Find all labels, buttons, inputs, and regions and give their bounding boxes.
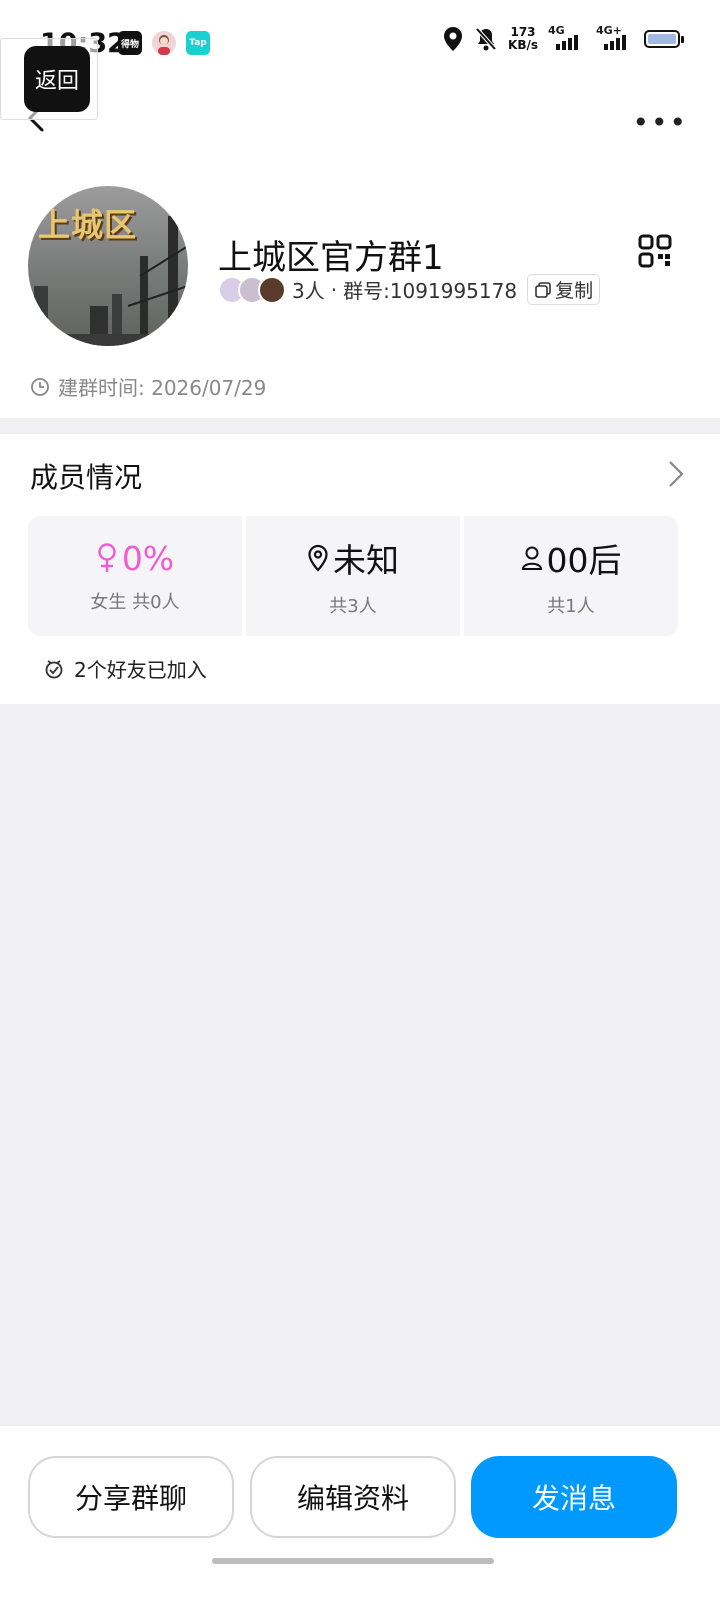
group-id: 群号:1091995178 — [343, 279, 518, 303]
taptap-app-icon: Tap — [186, 31, 210, 55]
status-right: 173 KB/s 4G 4G+ — [442, 24, 684, 52]
group-profile-card: ••• 上城区 上城区官方群1 3人 · 群号:1091995178 复制 建群… — [0, 90, 720, 418]
member-avatar — [258, 275, 286, 304]
send-message-button[interactable]: 发消息 — [471, 1456, 677, 1538]
stat-gender-sub: 女生 共0人 — [90, 591, 180, 613]
member-avatars[interactable] — [218, 275, 286, 304]
more-options-icon[interactable]: ••• — [632, 106, 688, 139]
members-title[interactable]: 成员情况 — [30, 456, 142, 496]
stat-age[interactable]: 00后 共1人 — [464, 516, 678, 636]
avatar-app-icon — [152, 31, 176, 55]
bell-muted-icon — [475, 27, 497, 51]
female-icon — [98, 543, 116, 572]
bottom-action-bar: 分享群聊 编辑资料 发消息 — [0, 1426, 720, 1600]
members-section: 成员情况 0% 女生 共0人 未知 共3人 00后 共1人 2个好友已加入 — [0, 434, 720, 704]
person-icon — [521, 546, 542, 570]
dewu-app-icon: 得物 — [118, 31, 142, 55]
stat-location-main: 未知 — [307, 534, 399, 582]
signal-label: 4G — [548, 24, 565, 37]
group-meta-row: 3人 · 群号:1091995178 复制 — [218, 274, 601, 305]
stat-gender[interactable]: 0% 女生 共0人 — [28, 516, 242, 636]
member-stats: 0% 女生 共0人 未知 共3人 00后 共1人 — [28, 516, 678, 636]
member-count: 3人 — [292, 279, 325, 303]
avatar-title-text: 上城区 — [38, 206, 138, 244]
group-name: 上城区官方群1 — [218, 238, 444, 278]
meta-separator: · — [330, 277, 338, 302]
location-icon — [444, 27, 463, 51]
signal-icon-2: 4G+ — [596, 24, 634, 50]
copy-icon — [535, 281, 551, 298]
back-overlay-button[interactable]: 返回 — [24, 46, 90, 112]
group-avatar[interactable]: 上城区 — [28, 186, 188, 346]
signal-label-2: 4G+ — [596, 24, 622, 37]
stat-age-sub: 共1人 — [547, 596, 595, 617]
status-bar: 10:32 得物 Tap 173 KB/s 4G 4G+ — [0, 0, 720, 90]
stat-gender-main: 0% — [96, 539, 174, 578]
location-pin-icon — [308, 544, 328, 572]
friends-icon — [45, 659, 63, 678]
friends-joined-text: 2个好友已加入 — [74, 658, 207, 682]
chevron-right-icon[interactable] — [668, 460, 684, 488]
status-app-icons: 得物 Tap — [118, 31, 210, 55]
stat-age-value: 00后 — [546, 541, 622, 580]
stat-age-main: 00后 — [521, 534, 622, 582]
qr-code-icon[interactable] — [638, 234, 672, 268]
edit-profile-button[interactable]: 编辑资料 — [250, 1456, 456, 1538]
stat-location[interactable]: 未知 共3人 — [246, 516, 460, 636]
share-group-button[interactable]: 分享群聊 — [28, 1456, 234, 1538]
network-speed: 173 KB/s — [508, 26, 538, 52]
created-time-row: 建群时间: 2026/07/29 — [30, 372, 266, 401]
friends-joined-row[interactable]: 2个好友已加入 — [44, 654, 207, 683]
net-speed-unit: KB/s — [508, 38, 538, 52]
signal-icon: 4G — [548, 24, 586, 50]
stat-location-value: 未知 — [333, 541, 399, 580]
stat-gender-value: 0% — [121, 538, 175, 578]
copy-label: 复制 — [555, 280, 594, 302]
clock-icon — [31, 377, 49, 396]
created-time: 建群时间: 2026/07/29 — [58, 376, 267, 400]
home-indicator[interactable] — [212, 1558, 494, 1564]
battery-icon — [644, 30, 684, 48]
copy-group-id-button[interactable]: 复制 — [527, 274, 601, 305]
stat-location-sub: 共3人 — [329, 596, 377, 617]
